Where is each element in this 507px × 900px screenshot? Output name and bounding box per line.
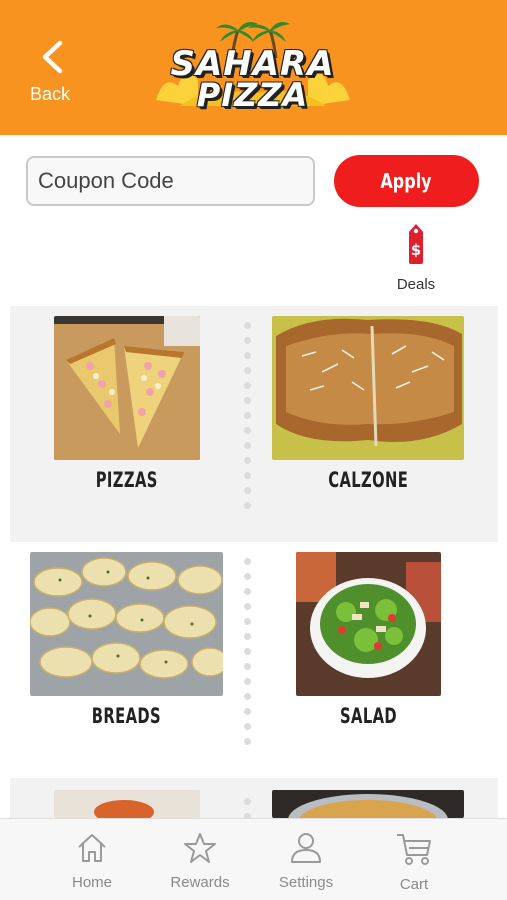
tab-label: Rewards [170,874,230,891]
tab-settings[interactable]: Settings [256,819,356,900]
chevron-left-icon [42,40,63,74]
cart-icon [397,834,431,865]
bottom-tab-bar: Home Rewards Settings Cart [0,818,507,900]
pizza-pan-photo [272,790,464,818]
app-header: Back SAHARA PIZZA [0,0,507,135]
deals-label: Deals [396,276,436,293]
tab-home[interactable]: Home [42,819,142,900]
row-divider [244,798,252,818]
category-tile-wings[interactable] [54,790,200,818]
garlic-knots-photo [30,552,223,696]
category-tile-pizzas[interactable]: PIZZAS [54,316,200,506]
deals-button[interactable]: $ Deals [386,220,446,300]
coupon-code-input[interactable] [26,156,315,206]
category-label: PIZZAS [95,468,159,492]
person-icon [291,833,321,863]
tab-rewards[interactable]: Rewards [150,819,250,900]
category-label: BREADS [91,704,162,728]
category-label: SALAD [339,704,397,728]
category-tile-breads[interactable]: BREADS [30,552,223,742]
category-row: BREADS SALAD [10,542,498,778]
back-label: Back [30,84,71,104]
salad-photo [296,552,441,696]
category-tile-pizza-pan[interactable] [272,790,464,818]
category-label: CALZONE [328,468,408,492]
tab-label: Settings [278,874,334,891]
back-button[interactable]: Back [26,40,86,110]
price-tag-icon: $ [409,224,423,264]
category-tile-salad[interactable]: SALAD [296,552,441,742]
pizza-slices-photo [54,316,200,460]
logo-word-pizza: PIZZA [196,76,309,114]
category-row [10,778,498,818]
apply-button-label: Apply [380,169,433,193]
calzone-photo [272,316,464,460]
wings-photo [54,790,200,818]
tab-cart[interactable]: Cart [364,819,464,900]
svg-text:$: $ [411,241,421,259]
category-tile-calzone[interactable]: CALZONE [272,316,464,506]
sahara-pizza-logo: SAHARA PIZZA [150,14,355,114]
home-icon [78,834,106,862]
category-row: PIZZAS CALZONE [10,306,498,542]
star-icon [184,833,216,863]
tab-label: Home [71,874,112,891]
tab-label: Cart [399,876,429,893]
apply-button[interactable]: Apply [334,155,479,207]
row-divider [244,322,252,517]
row-divider [244,558,252,753]
